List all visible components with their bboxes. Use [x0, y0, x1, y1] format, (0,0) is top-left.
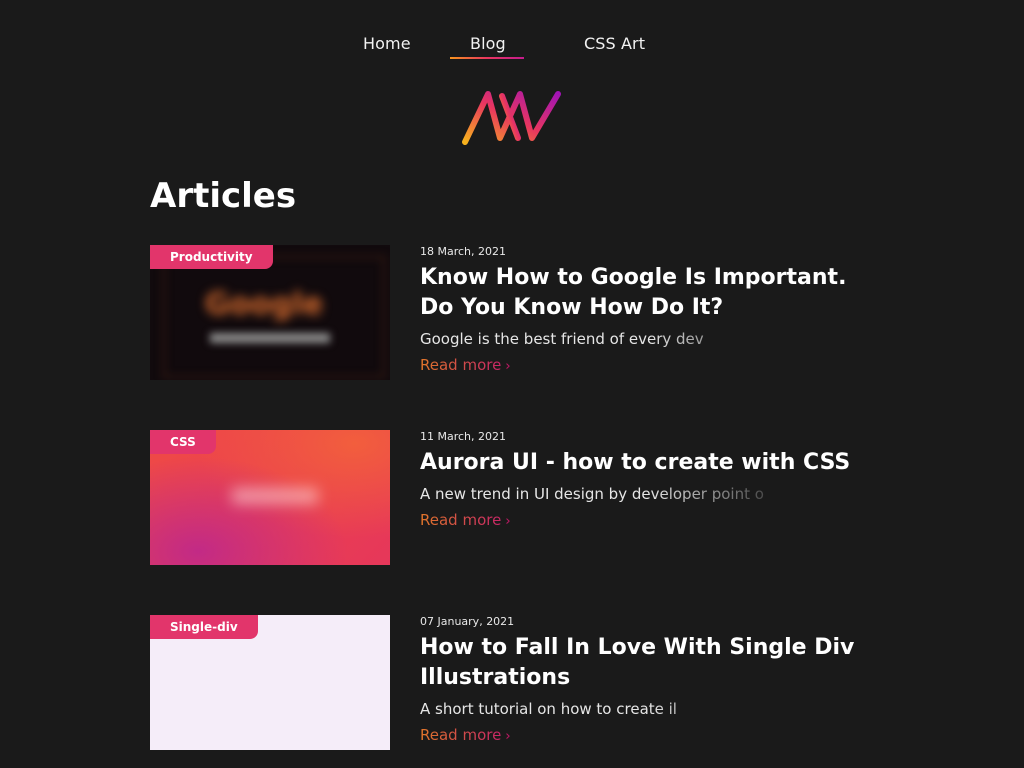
- article-card: CSS 11 March, 2021 Aurora UI - how to cr…: [150, 430, 880, 566]
- read-more-link[interactable]: Read more ›: [420, 725, 511, 747]
- article-title[interactable]: How to Fall In Love With Single Div Illu…: [420, 633, 880, 693]
- article-meta: 18 March, 2021 Know How to Google Is Imp…: [420, 245, 880, 377]
- read-more-label: Read more: [420, 511, 502, 529]
- article-meta: 07 January, 2021 How to Fall In Love Wit…: [420, 615, 880, 747]
- article-thumbnail[interactable]: Google Productivity: [150, 245, 390, 380]
- article-card: Google Productivity 18 March, 2021 Know …: [150, 245, 880, 381]
- read-more-link[interactable]: Read more ›: [420, 355, 511, 377]
- page-title: Articles: [150, 176, 297, 216]
- category-tag[interactable]: Productivity: [150, 245, 273, 269]
- nav-active-indicator: [450, 57, 524, 59]
- article-excerpt: A short tutorial on how to create il: [420, 700, 677, 718]
- chevron-right-icon: ›: [505, 514, 511, 529]
- read-more-link[interactable]: Read more ›: [420, 510, 511, 532]
- category-tag[interactable]: CSS: [150, 430, 216, 454]
- read-more-label: Read more: [420, 726, 502, 744]
- article-meta: 11 March, 2021 Aurora UI - how to create…: [420, 430, 880, 532]
- thumbnail-blurred-text: [232, 488, 318, 504]
- thumbnail-blurred-logo: Google: [205, 287, 323, 322]
- page: Home Blog CSS Art Articles Google Produc…: [0, 0, 1024, 768]
- article-thumbnail[interactable]: Single-div: [150, 615, 390, 750]
- read-more-label: Read more: [420, 356, 502, 374]
- article-title[interactable]: Aurora UI - how to create with CSS: [420, 448, 880, 478]
- article-date: 11 March, 2021: [420, 430, 507, 443]
- article-card: Single-div 07 January, 2021 How to Fall …: [150, 615, 880, 751]
- chevron-right-icon: ›: [505, 729, 511, 744]
- article-thumbnail[interactable]: CSS: [150, 430, 390, 565]
- thumbnail-blurred-bar: [210, 333, 330, 343]
- article-date: 07 January, 2021: [420, 615, 515, 628]
- nav-blog-link[interactable]: Blog: [470, 34, 506, 53]
- top-nav: Home Blog CSS Art: [0, 34, 1024, 64]
- article-excerpt: A new trend in UI design by developer po…: [420, 485, 764, 503]
- article-title[interactable]: Know How to Google Is Important. Do You …: [420, 263, 880, 323]
- category-tag[interactable]: Single-div: [150, 615, 258, 639]
- article-date: 18 March, 2021: [420, 245, 507, 258]
- aw-logo-icon[interactable]: [460, 86, 564, 148]
- chevron-right-icon: ›: [505, 359, 511, 374]
- nav-css-art-link[interactable]: CSS Art: [584, 34, 645, 53]
- article-excerpt: Google is the best friend of every dev: [420, 330, 704, 348]
- nav-home-link[interactable]: Home: [363, 34, 411, 53]
